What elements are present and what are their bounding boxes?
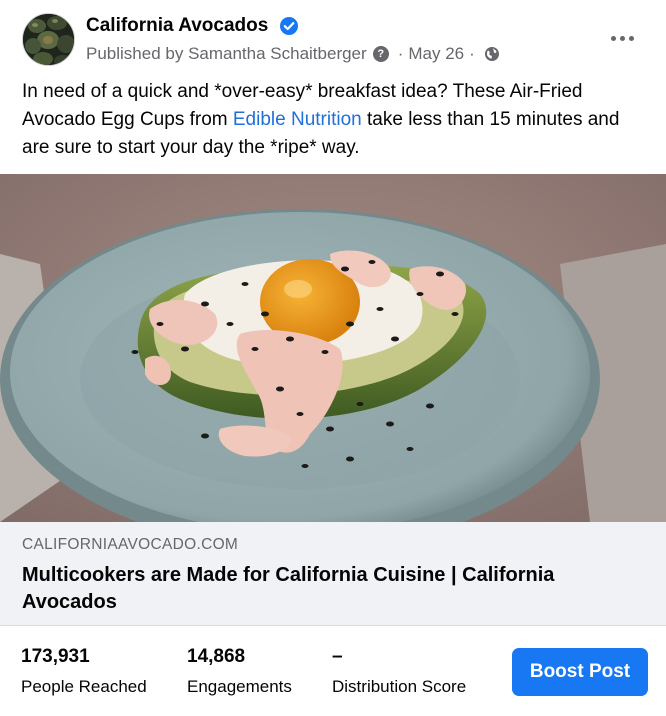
globe-icon[interactable] [484,46,500,62]
distribution-score-stat[interactable]: – Distribution Score [332,646,466,697]
people-reached-label: People Reached [21,677,147,696]
post-insights: 173,931 People Reached 14,868 Engagement… [0,626,666,716]
engagements-label: Engagements [187,677,292,696]
distribution-score-label: Distribution Score [332,677,467,696]
question-icon[interactable]: ? [372,46,389,62]
people-reached-stat[interactable]: 173,931 People Reached [21,646,147,697]
post-image[interactable] [0,174,666,522]
engagements-value: 14,868 [187,646,246,667]
link-preview[interactable]: CALIFORNIAAVOCADO.COM Multicookers are M… [0,522,666,626]
publisher-text[interactable]: Published by Samantha Schaitberger [86,44,367,64]
verified-badge-icon [280,17,298,35]
link-title[interactable]: Multicookers are Made for California Cui… [22,562,642,616]
post-date[interactable]: May 26 [408,44,464,64]
people-reached-value: 173,931 [21,646,90,667]
separator: · [469,44,475,63]
separator: · [397,44,404,63]
more-options-icon[interactable] [604,26,640,50]
page-avatar[interactable] [22,13,75,66]
post-meta: Published by Samantha Schaitberger ? · M… [86,44,500,64]
distribution-score-value: – [332,646,343,667]
post-text: In need of a quick and *over-easy* break… [22,78,652,162]
page-name[interactable]: California Avocados [86,15,268,37]
link-domain: CALIFORNIAAVOCADO.COM [22,536,239,553]
edible-nutrition-link[interactable]: Edible Nutrition [233,109,362,130]
post-header: California Avocados Published by Samanth… [0,0,666,76]
boost-post-button[interactable]: Boost Post [512,648,648,696]
engagements-stat[interactable]: 14,868 Engagements [187,646,292,697]
